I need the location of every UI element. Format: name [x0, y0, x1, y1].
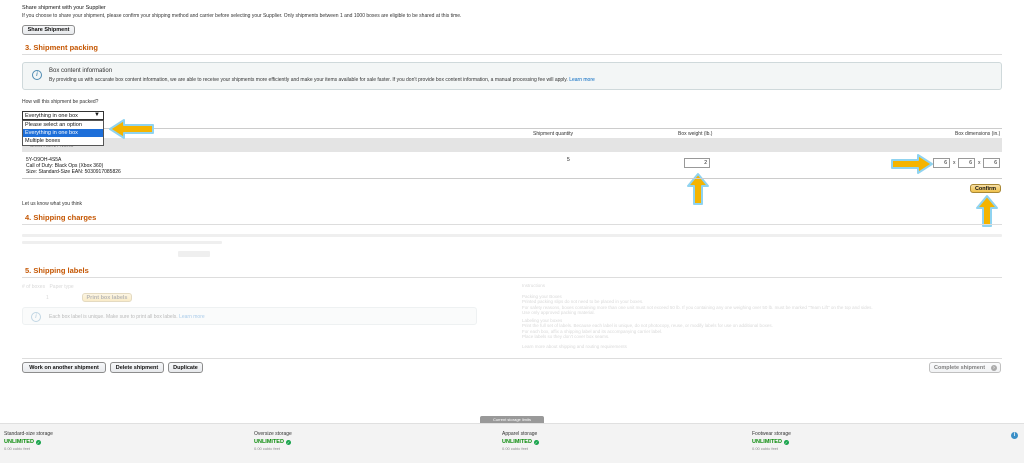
divider [22, 277, 1002, 278]
duplicate-button[interactable]: Duplicate [168, 362, 203, 373]
product-size: Size: Standard-Size EAN: 5030917085826 [26, 169, 121, 175]
info-icon: i [32, 70, 42, 80]
storage-sub: 0.00 cubic feet [752, 446, 779, 451]
box-height-input[interactable]: 6 [983, 158, 1000, 168]
labels-learn-more-link[interactable]: Learn more [179, 314, 205, 320]
chevron-down-icon: ▼ [94, 112, 100, 118]
box-width-input[interactable]: 6 [958, 158, 975, 168]
info-learn-more-link[interactable]: Learn more [569, 77, 595, 83]
storage-sub: 0.00 cubic feet [254, 446, 281, 451]
col-header-boxes: # of boxes [22, 284, 46, 290]
storage-apparel: Apparel storage UNLIMITED ✓ 0.00 cubic fe… [502, 431, 539, 451]
check-circle-icon: ✓ [783, 439, 789, 445]
instructions-panel: Instructions Packing your Boxes Printed … [522, 283, 992, 349]
arrow-right-circle-icon: › [991, 365, 997, 371]
disabled-placeholder [178, 251, 210, 257]
storage-label: Oversize storage [254, 431, 292, 437]
box-weight-input[interactable]: 2 [684, 158, 710, 168]
option-everything-in-one-box[interactable]: Everything in one box [23, 129, 103, 137]
divider [22, 358, 1002, 359]
instructions-title: Instructions [522, 283, 546, 288]
option-please-select[interactable]: Please select an option [23, 121, 103, 129]
storage-value-text: UNLIMITED [254, 439, 284, 445]
col-header-dimensions: Box dimensions (in.) [955, 131, 1001, 137]
option-multiple-boxes[interactable]: Multiple boxes [23, 137, 103, 145]
labels-info-panel: i Each box label is unique. Make sure to… [22, 307, 477, 325]
info-text: By providing us with accurate box conten… [49, 77, 595, 83]
storage-limits-tab[interactable]: Current storage limits [480, 416, 544, 423]
storage-label: Standard-size storage [4, 431, 53, 437]
arrow-right-icon [891, 154, 933, 174]
section-title-packing: 3. Shipment packing [25, 43, 98, 52]
check-circle-icon: ✓ [285, 439, 291, 445]
section-title-charges: 4. Shipping charges [25, 213, 97, 222]
share-title: Share shipment with your Supplier [22, 5, 106, 11]
divider [22, 54, 1002, 55]
storage-value-text: UNLIMITED [4, 439, 34, 445]
storage-value: UNLIMITED ✓ [502, 439, 539, 445]
col-header-paper: Paper type [49, 284, 74, 290]
storage-footwear: Footwear storage UNLIMITED ✓ 0.00 cubic f… [752, 431, 791, 451]
table-header-band [22, 138, 1002, 152]
storage-label: Footwear storage [752, 431, 791, 437]
storage-value: UNLIMITED ✓ [254, 439, 292, 445]
boxes-count: 1 [46, 295, 49, 301]
check-circle-icon: ✓ [35, 439, 41, 445]
shipping-requirements-link[interactable]: Learn more about shipping and routing re… [522, 344, 992, 350]
info-icon: i [31, 312, 41, 322]
packing-question: How will this shipment be packed? [22, 99, 99, 105]
labels-columns: # of boxes Paper type [22, 284, 74, 290]
arrow-left-icon [109, 119, 154, 139]
info-title: Box content information [49, 68, 113, 74]
storage-label: Apparel storage [502, 431, 538, 437]
divider [22, 224, 1002, 225]
storage-oversize: Oversize storage UNLIMITED ✓ 0.00 cubic f… [254, 431, 292, 451]
dimension-separator: x [978, 160, 981, 166]
storage-value: UNLIMITED ✓ [752, 439, 791, 445]
delete-shipment-button[interactable]: Delete shipment [110, 362, 164, 373]
table-row: 5Y-O9OH-4S5A Call of Duty: Black Ops (Xb… [26, 157, 121, 175]
work-on-another-shipment-button[interactable]: Work on another shipment [22, 362, 106, 373]
packing-method-select[interactable]: Everything in one box ▼ [22, 111, 104, 120]
storage-sub: 0.00 cubic feet [4, 446, 31, 451]
box-content-info-panel: i Box content information By providing u… [22, 62, 1002, 90]
disabled-placeholder [22, 241, 222, 244]
packing-method-options: Please select an option Everything in on… [22, 120, 104, 146]
table-bottom-border [22, 178, 1002, 179]
labels-info-body: Each box label is unique. Make sure to p… [49, 314, 178, 320]
check-circle-icon: ✓ [533, 439, 539, 445]
info-icon[interactable]: i [1011, 432, 1018, 439]
col-header-quantity: Shipment quantity [533, 131, 574, 137]
arrow-up-icon [976, 195, 998, 227]
storage-value-text: UNLIMITED [502, 439, 532, 445]
storage-sub: 0.00 cubic feet [502, 446, 529, 451]
labels-info-text: Each box label is unique. Make sure to p… [49, 314, 205, 320]
storage-standard: Standard-size storage UNLIMITED ✓ 0.00 cu… [4, 431, 53, 451]
select-value: Everything in one box [25, 112, 78, 119]
section-title-labels: 5. Shipping labels [25, 266, 89, 275]
share-shipment-button[interactable]: Share Shipment [22, 25, 75, 35]
table-top-border [22, 128, 1002, 129]
product-quantity: 5 [567, 157, 570, 163]
list-item: Place labels so they don't cover box sea… [522, 334, 610, 339]
print-box-labels-button[interactable]: Print box labels [82, 293, 132, 302]
box-length-input[interactable]: 6 [933, 158, 950, 168]
col-header-weight: Box weight (lb.) [678, 131, 713, 137]
share-description: If you choose to share your shipment, pl… [22, 13, 462, 19]
feedback-link[interactable]: Let us know what you think [22, 201, 82, 207]
list-item: Use only approved packing material. [522, 310, 595, 315]
disabled-placeholder [22, 234, 1002, 237]
complete-shipment-label: Complete shipment [934, 364, 986, 371]
storage-value: UNLIMITED ✓ [4, 439, 53, 445]
dimension-separator: x [953, 160, 956, 166]
info-text-body: By providing us with accurate box conten… [49, 77, 568, 83]
complete-shipment-button[interactable]: Complete shipment › [929, 362, 1001, 373]
storage-value-text: UNLIMITED [752, 439, 782, 445]
confirm-button[interactable]: Confirm [970, 184, 1001, 193]
